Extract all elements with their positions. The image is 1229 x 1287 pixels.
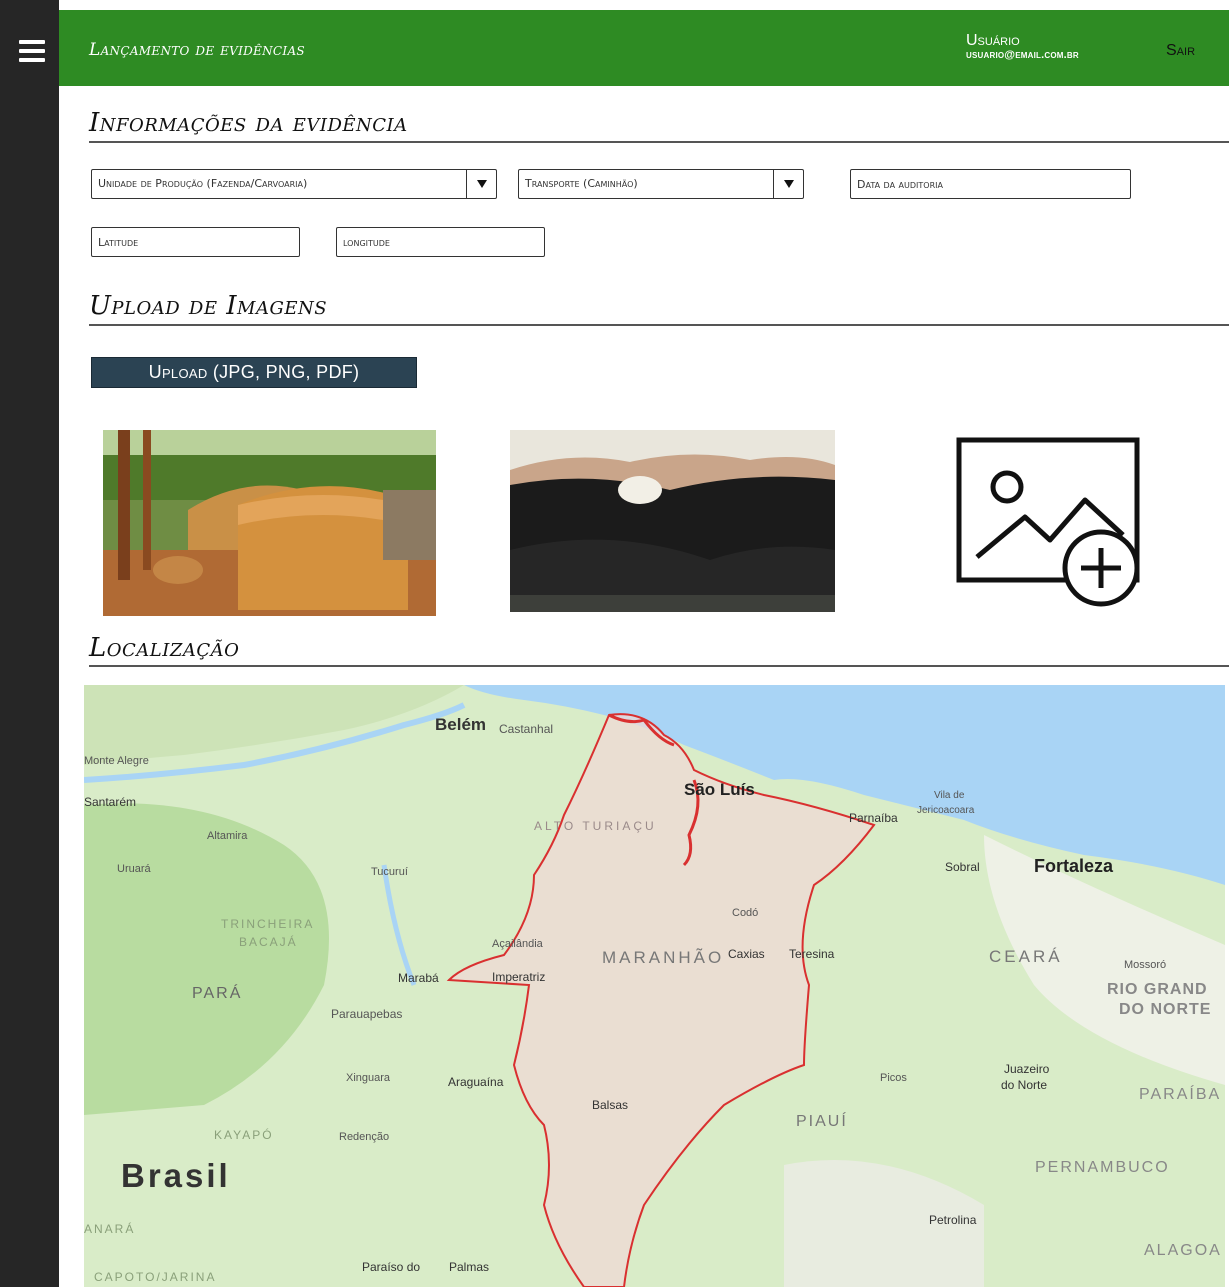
chevron-down-icon[interactable] [773,170,803,198]
logout-button[interactable]: Sair [1166,42,1195,60]
user-email: usuario@email.com.br [966,48,1079,61]
page-title: Lançamento de evidências [89,40,305,60]
map-label-anara: ANARÁ [84,1222,136,1236]
unidade-select[interactable]: Unidade de Produção (Fazenda/Carvoaria) [91,169,497,199]
map-label-fortaleza: Fortaleza [1034,856,1114,876]
section-title-upload: Upload de Imagens [89,291,328,321]
map-label-sao-luis: São Luís [684,780,755,799]
latitude-field[interactable] [91,227,300,257]
map-label-santarem: Santarém [84,795,137,809]
section-title-location: Localização [89,633,240,663]
map-label-bacaja: BACAJÁ [239,935,298,949]
map-label-mossoro: Mossoró [1124,959,1167,971]
map-label-parnaiba: Parnaíba [849,811,898,825]
map-label-rio-grande: RIO GRAND [1107,981,1208,998]
map-label-do-norte-city: do Norte [1001,1078,1048,1092]
map-label-paraiba: PARAÍBA [1139,1086,1222,1103]
audit-date-field[interactable] [850,169,1131,199]
sidebar [0,0,59,1287]
map-label-palmas: Palmas [449,1260,490,1274]
map-label-balsas: Balsas [592,1098,629,1112]
map-label-picos: Picos [880,1072,907,1084]
add-image-icon[interactable] [955,435,1149,610]
map-label-imperatriz: Imperatriz [492,970,546,984]
map-label-petrolina: Petrolina [929,1213,977,1227]
map-label-caxias: Caxias [728,947,765,961]
map-label-juazeiro: Juazeiro [1004,1062,1050,1076]
charcoal-pile-photo[interactable] [510,430,835,612]
user-info[interactable]: Usuário usuario@email.com.br [966,32,1079,61]
map-label-uruara: Uruará [117,863,151,875]
map-label-alagoas: ALAGOA [1144,1242,1222,1259]
map-label-monte-alegre: Monte Alegre [84,755,149,767]
map-label-kayapo: KAYAPÓ [214,1128,274,1142]
charcoal-kiln-photo[interactable] [103,430,436,616]
top-bar: Lançamento de evidências Usuário usuario… [59,10,1229,86]
map-label-maraba: Marabá [398,971,439,985]
unidade-select-value: Unidade de Produção (Fazenda/Carvoaria) [98,177,308,190]
map-label-jericoacoara: Jericoacoara [917,805,975,816]
divider [89,324,1229,326]
map-label-vila-de: Vila de [934,790,965,801]
map-label-araguaina: Araguaína [448,1075,504,1089]
map-label-para: PARÁ [192,985,243,1002]
map-label-castanhal: Castanhal [499,722,554,736]
map-label-tucurui: Tucuruí [371,866,408,878]
map-label-parauapebas: Parauapebas [331,1007,403,1021]
map-label-maranhao: MARANHÃO [602,948,725,967]
transporte-select[interactable]: Transporte (Caminhão) [518,169,804,199]
location-map[interactable]: Belém Castanhal Monte Alegre Santarém Al… [84,685,1225,1287]
map-label-redencao: Redenção [339,1131,390,1143]
menu-icon[interactable] [19,40,45,64]
chevron-down-icon[interactable] [466,170,496,198]
upload-button[interactable]: Upload (JPG, PNG, PDF) [91,357,417,388]
map-label-trincheira: TRINCHEIRA [221,917,315,931]
map-label-paraiso: Paraíso do [362,1260,421,1274]
map-label-pernambuco: PERNAMBUCO [1035,1159,1170,1176]
longitude-field[interactable] [336,227,545,257]
map-label-sobral: Sobral [945,860,980,874]
map-label-acailandia: Açailândia [492,938,543,950]
divider [89,665,1229,667]
map-label-ceara: CEARÁ [989,947,1063,966]
map-label-altamira: Altamira [207,830,248,842]
map-label-capoto: CAPOTO/JARINA [94,1270,217,1284]
map-label-brasil: Brasil [121,1157,231,1194]
map-label-alto-turiacu: ALTO TURIAÇU [534,819,657,833]
map-label-teresina: Teresina [789,947,835,961]
divider [89,141,1229,143]
transporte-select-value: Transporte (Caminhão) [525,177,638,190]
user-name: Usuário [966,32,1020,49]
section-title-info: Informações da evidência [89,108,408,138]
map-label-do-norte: DO NORTE [1119,1001,1212,1018]
map-label-codo: Codó [732,907,759,919]
map-canvas [84,685,1225,1287]
map-label-belem: Belém [435,715,487,734]
map-label-xinguara: Xinguara [346,1072,391,1084]
map-label-piaui: PIAUÍ [796,1113,848,1130]
